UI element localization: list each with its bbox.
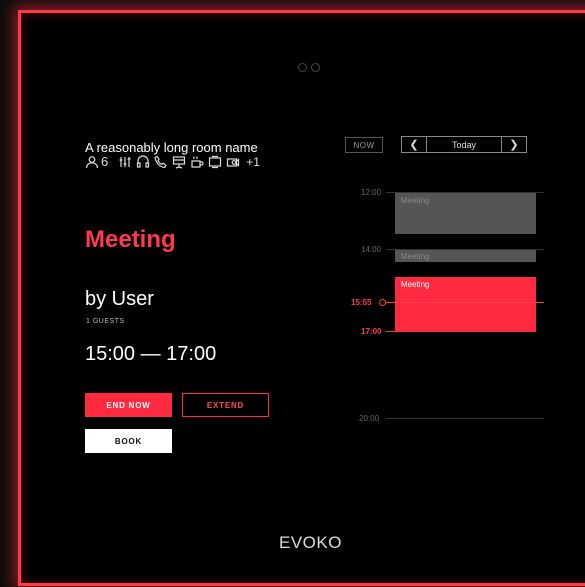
booking-organizer: by User: [85, 288, 154, 310]
date-navigator: ❮ Today ❯: [401, 136, 527, 153]
display-icon: [209, 155, 222, 168]
camera-sensor: [298, 63, 320, 72]
guest-count: 1 GUESTS: [86, 318, 125, 325]
book-button[interactable]: BOOK: [85, 429, 172, 453]
next-day-button[interactable]: ❯: [501, 137, 526, 152]
current-time-label: 15:55: [351, 298, 372, 307]
current-time-marker: [379, 299, 386, 306]
headset-icon: [137, 154, 150, 168]
coffee-icon: [191, 156, 204, 168]
today-button[interactable]: Today: [427, 137, 501, 152]
time-label-1400: 14:00: [361, 245, 382, 254]
equalizer-icon: [119, 156, 131, 167]
time-label-2000: 20:00: [359, 414, 380, 423]
calendar-event[interactable]: Meeting: [395, 250, 536, 262]
booking-time-range: 15:00 — 17:00: [85, 343, 217, 365]
capacity: 6: [85, 154, 108, 169]
calendar-event-current[interactable]: Meeting: [395, 277, 536, 332]
hour-line: [386, 418, 544, 419]
time-label-1700: 17:00: [361, 327, 382, 336]
phone-icon: [154, 155, 167, 168]
capacity-count: 6: [101, 154, 109, 169]
end-now-button[interactable]: END NOW: [85, 393, 172, 417]
presentation-icon: [173, 155, 186, 169]
chevron-left-icon: ❮: [409, 139, 419, 151]
extend-button[interactable]: EXTEND: [182, 393, 269, 417]
calendar-event[interactable]: Meeting: [395, 193, 536, 234]
person-icon: [85, 155, 99, 168]
chevron-right-icon: ❯: [509, 139, 519, 151]
amenities-row: 6 +1: [85, 154, 260, 169]
current-time-line: [382, 302, 544, 303]
webcam-icon: [227, 157, 240, 167]
booking-status: Meeting: [85, 226, 176, 253]
now-button[interactable]: NOW: [345, 137, 383, 153]
room-name: A reasonably long room name: [85, 140, 258, 155]
more-amenities: +1: [246, 154, 260, 169]
brand-logo: EVOKO: [279, 533, 342, 552]
previous-day-button[interactable]: ❮: [402, 137, 427, 152]
time-label-1200: 12:00: [361, 188, 382, 197]
